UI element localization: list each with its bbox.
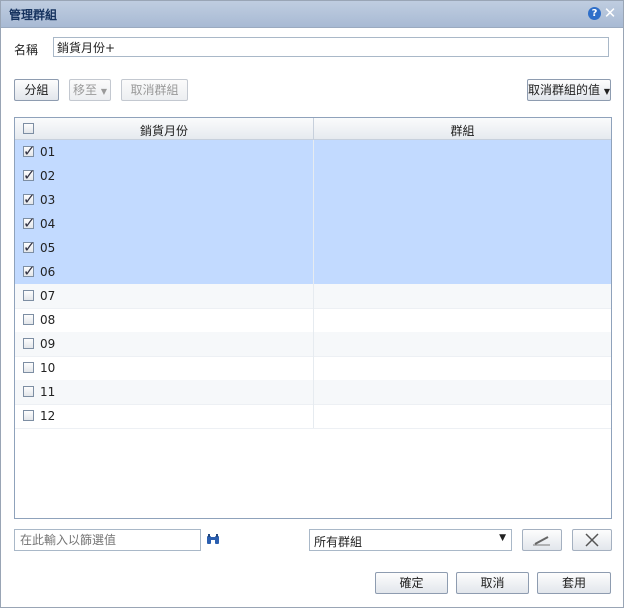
manage-groups-dialog: 管理群組 ? ✕ 名稱 分組 移至 ▼ 取消群組 取消群組的值 ▼ 銷貨月份 群… — [0, 0, 624, 608]
x-icon — [585, 533, 599, 547]
row-value: 01 — [40, 145, 56, 159]
column-header-month[interactable]: 銷貨月份 — [15, 118, 314, 139]
row-checkbox[interactable] — [23, 338, 34, 349]
row-checkbox[interactable] — [23, 362, 34, 373]
group-button-label: 分組 — [24, 83, 49, 97]
binoculars-icon[interactable] — [206, 533, 220, 545]
checkmark-icon: ✓ — [23, 214, 36, 232]
delete-button[interactable] — [572, 529, 612, 551]
group-button[interactable]: 分組 — [14, 79, 59, 101]
table-row[interactable]: ✓ 02 — [15, 164, 611, 189]
table-row[interactable]: 08 — [15, 308, 611, 333]
dialog-title: 管理群組 — [9, 8, 58, 22]
column-divider — [313, 404, 314, 428]
move-to-button-label: 移至 — [73, 83, 98, 97]
table-row[interactable]: 07 — [15, 284, 611, 309]
row-checkbox[interactable] — [23, 314, 34, 325]
values-grid: 銷貨月份 群組 ✓ 01 ✓ 02 ✓ 03 ✓ 04 ✓ 05 ✓ 06 07 08 09 10 11 12 — [14, 117, 612, 519]
help-icon[interactable]: ? — [588, 7, 601, 20]
row-value: 03 — [40, 193, 56, 207]
row-value: 05 — [40, 241, 56, 255]
ungroup-values-button-label: 取消群組的值 — [528, 83, 601, 97]
row-value: 07 — [40, 289, 56, 303]
column-divider — [313, 356, 314, 380]
chevron-down-icon: ▼ — [499, 533, 506, 543]
ungroup-button[interactable]: 取消群組 — [121, 79, 188, 101]
row-checkbox[interactable] — [23, 410, 34, 421]
checkmark-icon: ✓ — [23, 142, 36, 160]
row-value: 11 — [40, 385, 56, 399]
row-value: 06 — [40, 265, 56, 279]
cancel-button-label: 取消 — [480, 576, 505, 590]
column-divider — [313, 308, 314, 332]
apply-button-label: 套用 — [561, 576, 586, 590]
column-divider — [313, 380, 314, 404]
checkmark-icon: ✓ — [23, 190, 36, 208]
chevron-down-icon: ▼ — [603, 87, 610, 96]
column-header-group-label: 群組 — [450, 124, 475, 138]
column-divider — [313, 260, 314, 284]
column-divider — [313, 236, 314, 260]
column-header-group[interactable]: 群組 — [314, 118, 611, 139]
group-filter-selected: 所有群組 — [314, 535, 363, 549]
column-header-month-label: 銷貨月份 — [139, 124, 188, 138]
row-value: 09 — [40, 337, 56, 351]
apply-button[interactable]: 套用 — [537, 572, 611, 594]
table-row[interactable]: ✓ 06 — [15, 260, 611, 285]
checkmark-icon: ✓ — [23, 238, 36, 256]
rename-button[interactable] — [522, 529, 562, 551]
table-row[interactable]: 12 — [15, 404, 611, 429]
close-icon[interactable]: ✕ — [603, 5, 617, 21]
table-row[interactable]: 11 — [15, 380, 611, 405]
checkmark-icon: ✓ — [23, 262, 36, 280]
row-checkbox[interactable] — [23, 386, 34, 397]
row-value: 08 — [40, 313, 56, 327]
row-value: 02 — [40, 169, 56, 183]
title-bar: 管理群組 ? ✕ — [1, 1, 623, 28]
row-checkbox[interactable] — [23, 290, 34, 301]
ok-button-label: 確定 — [399, 576, 424, 590]
table-row[interactable]: ✓ 05 — [15, 236, 611, 261]
table-row[interactable]: 09 — [15, 332, 611, 357]
column-divider — [313, 140, 314, 164]
column-divider — [313, 212, 314, 236]
row-value: 12 — [40, 409, 56, 423]
ungroup-button-label: 取消群組 — [130, 83, 179, 97]
grid-header: 銷貨月份 群組 — [15, 118, 611, 140]
column-divider — [313, 188, 314, 212]
chevron-down-icon: ▼ — [100, 87, 107, 96]
filter-input[interactable] — [14, 529, 201, 551]
pencil-icon — [533, 536, 550, 546]
column-divider — [313, 284, 314, 308]
table-row[interactable]: 10 — [15, 356, 611, 381]
cancel-button[interactable]: 取消 — [456, 572, 529, 594]
row-value: 10 — [40, 361, 56, 375]
checkmark-icon: ✓ — [23, 166, 36, 184]
column-divider — [313, 332, 314, 356]
ok-button[interactable]: 確定 — [375, 572, 448, 594]
row-value: 04 — [40, 217, 56, 231]
table-row[interactable]: ✓ 04 — [15, 212, 611, 237]
ungroup-values-button[interactable]: 取消群組的值 ▼ — [527, 79, 611, 101]
group-filter-select[interactable]: 所有群組 ▼ — [309, 529, 512, 551]
name-input[interactable] — [53, 37, 609, 57]
table-row[interactable]: ✓ 01 — [15, 140, 611, 165]
move-to-button[interactable]: 移至 ▼ — [69, 79, 111, 101]
table-row[interactable]: ✓ 03 — [15, 188, 611, 213]
name-label: 名稱 — [14, 43, 39, 57]
column-divider — [313, 164, 314, 188]
